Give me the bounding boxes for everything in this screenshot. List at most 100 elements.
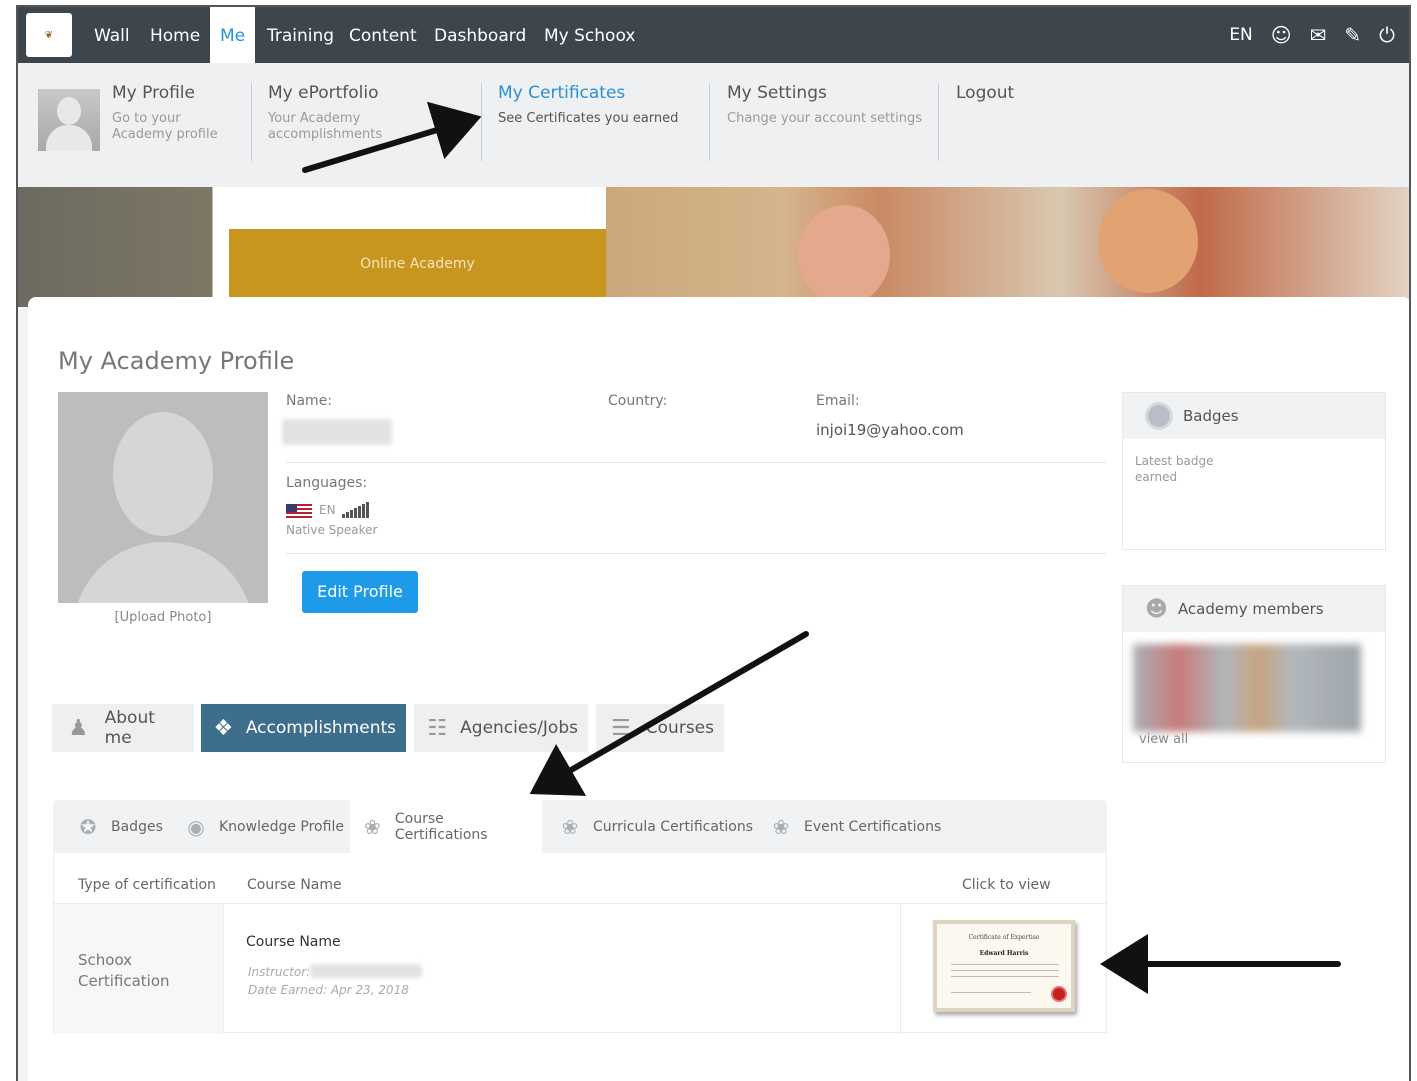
cert-type-value: Schoox Certification bbox=[78, 951, 170, 990]
latest-badge-text: Latest badge earned bbox=[1135, 454, 1214, 484]
certificate-recipient: Edward Harris bbox=[979, 950, 1029, 957]
nav-dashboard[interactable]: Dashboard bbox=[424, 7, 536, 63]
banner-logo-area bbox=[229, 187, 606, 229]
country-label: Country: bbox=[608, 393, 668, 409]
banner-photo-face bbox=[798, 205, 890, 305]
subtab-course-certifications-label: Course Certifications bbox=[394, 811, 488, 843]
org-chart-icon: ☷ bbox=[427, 715, 447, 741]
user-icon: ♟ bbox=[68, 715, 89, 741]
upload-photo-link[interactable]: [Upload Photo] bbox=[58, 610, 268, 625]
power-icon[interactable]: ⏻ bbox=[1379, 23, 1395, 47]
nav-wall[interactable]: Wall bbox=[84, 7, 140, 63]
tab-courses[interactable]: ☰ Courses bbox=[596, 704, 724, 752]
nav-content[interactable]: Content bbox=[339, 7, 427, 63]
languages-label: Languages: bbox=[286, 475, 368, 491]
owl-icon: ◉ bbox=[187, 814, 205, 839]
members-avatar-grid[interactable] bbox=[1133, 644, 1361, 732]
cert-type-cell: Schoox Certification bbox=[54, 904, 224, 1034]
mail-icon[interactable]: ✉ bbox=[1310, 23, 1327, 47]
divider bbox=[286, 553, 1106, 554]
me-dropdown-menu: My Profile Go to your Academy profile My… bbox=[18, 63, 1409, 187]
academy-members-header: ☻ Academy members bbox=[1123, 586, 1385, 632]
accomplishments-subtabs: ✪ Badges ◉ Knowledge Profile ❀ Course Ce… bbox=[53, 800, 1107, 854]
subtab-curricula-certifications[interactable]: ❀ Curricula Certifications bbox=[547, 800, 759, 853]
page-title: My Academy Profile bbox=[58, 347, 295, 375]
date-earned: Date Earned: Apr 23, 2018 bbox=[248, 983, 409, 997]
menu-my-settings-title: My Settings bbox=[727, 83, 827, 103]
menu-my-settings-sub: Change your account settings bbox=[727, 111, 923, 126]
menu-my-profile[interactable]: My Profile Go to your Academy profile bbox=[112, 83, 252, 161]
badges-box-title: Badges bbox=[1183, 407, 1239, 425]
menu-my-certificates-sub: See Certificates you earned bbox=[498, 111, 679, 126]
menu-logout-title: Logout bbox=[956, 83, 1015, 103]
table-row: Schoox Certification Course Name Instruc… bbox=[54, 903, 1106, 1034]
browser-frame: ❦ Wall Home Me Training Content Dashboar… bbox=[16, 5, 1411, 1081]
menu-my-profile-sub: Go to your Academy profile bbox=[112, 111, 218, 142]
badge-icon bbox=[1145, 402, 1173, 430]
name-label: Name: bbox=[286, 393, 333, 409]
subtab-course-certifications[interactable]: ❀ Course Certifications bbox=[350, 800, 542, 854]
col-header-course: Course Name bbox=[247, 877, 342, 893]
col-header-view: Click to view bbox=[962, 877, 1051, 893]
academy-members-box: ☻ Academy members view all bbox=[1122, 585, 1386, 763]
menu-my-certificates[interactable]: My Certificates See Certificates you ear… bbox=[498, 83, 710, 161]
view-all-members-link[interactable]: view all bbox=[1139, 732, 1188, 747]
subtab-badges-label: Badges bbox=[111, 818, 163, 835]
certificate-thumbnail[interactable]: Certificate of Expertise Edward Harris bbox=[933, 920, 1075, 1012]
email-label: Email: bbox=[816, 393, 860, 409]
badge-icon: ✪ bbox=[79, 814, 97, 839]
menu-avatar[interactable] bbox=[38, 89, 100, 151]
divider bbox=[286, 462, 1106, 463]
tab-agencies-jobs-label: Agencies/Jobs bbox=[460, 718, 578, 738]
certifications-table: Type of certification Course Name Click … bbox=[53, 853, 1107, 1034]
language-level: Native Speaker bbox=[286, 523, 378, 537]
book-icon: ☰ bbox=[611, 715, 631, 741]
language-code: EN bbox=[319, 503, 336, 517]
academy-members-title: Academy members bbox=[1177, 600, 1324, 618]
us-flag-icon bbox=[286, 504, 312, 520]
badges-box: Badges Latest badge earned bbox=[1122, 392, 1386, 550]
academy-logo[interactable]: ❦ bbox=[26, 13, 72, 57]
language-selector[interactable]: EN bbox=[1229, 25, 1252, 45]
menu-my-eportfolio[interactable]: My ePortfolio Your Academy accomplishmen… bbox=[268, 83, 482, 161]
badges-box-header: Badges bbox=[1123, 393, 1385, 439]
nav-training[interactable]: Training bbox=[257, 7, 344, 63]
name-value-redacted bbox=[282, 419, 392, 445]
menu-my-profile-title: My Profile bbox=[112, 83, 195, 103]
tab-accomplishments[interactable]: ❖ Accomplishments bbox=[201, 704, 406, 752]
subtab-badges[interactable]: ✪ Badges bbox=[65, 800, 169, 853]
menu-my-settings[interactable]: My Settings Change your account settings bbox=[727, 83, 939, 161]
col-header-type: Type of certification bbox=[78, 877, 216, 893]
menu-my-eportfolio-title: My ePortfolio bbox=[268, 83, 379, 103]
members-group-icon: ☻ bbox=[1145, 596, 1168, 622]
certificate-seal-icon bbox=[1051, 986, 1067, 1002]
tab-courses-label: Courses bbox=[645, 718, 714, 738]
subtab-event-certifications[interactable]: ❀ Event Certifications bbox=[758, 800, 947, 853]
nav-home[interactable]: Home bbox=[140, 7, 210, 63]
menu-logout[interactable]: Logout bbox=[956, 83, 1076, 161]
instructor-name-redacted bbox=[310, 964, 422, 978]
profile-photo[interactable] bbox=[58, 392, 268, 603]
banner-photo-face bbox=[1098, 189, 1198, 293]
certificate-ribbon-icon: ❀ bbox=[772, 814, 790, 839]
email-value: injoi19@yahoo.com bbox=[816, 421, 964, 439]
nav-right-tools: EN ☺ ✉ ✎ ⏻ bbox=[1229, 7, 1395, 63]
nav-me[interactable]: Me bbox=[210, 7, 256, 63]
edit-profile-button[interactable]: Edit Profile bbox=[302, 571, 418, 613]
tab-agencies-jobs[interactable]: ☷ Agencies/Jobs bbox=[414, 704, 588, 752]
certificate-ribbon-icon: ❀ bbox=[561, 814, 579, 839]
nav-my-schoox[interactable]: My Schoox bbox=[534, 7, 645, 63]
certificate-heading: Certificate of Expertise bbox=[968, 934, 1040, 941]
subtab-knowledge-profile-label: Knowledge Profile bbox=[219, 818, 344, 835]
chat-icon[interactable]: ✎ bbox=[1344, 23, 1361, 47]
tab-about-me[interactable]: ♟ About me bbox=[52, 704, 194, 752]
course-name-value: Course Name bbox=[246, 934, 341, 950]
banner-academy-label: Online Academy bbox=[229, 229, 606, 307]
subtab-knowledge-profile[interactable]: ◉ Knowledge Profile bbox=[173, 800, 350, 853]
menu-my-eportfolio-sub: Your Academy accomplishments bbox=[268, 111, 383, 142]
certificate-ribbon-icon: ❀ bbox=[364, 815, 381, 839]
logo-mark: ❦ bbox=[44, 29, 54, 41]
people-icon[interactable]: ☺ bbox=[1271, 23, 1292, 47]
subtab-event-certifications-label: Event Certifications bbox=[804, 818, 942, 835]
academy-banner: Online Academy bbox=[18, 187, 1409, 307]
